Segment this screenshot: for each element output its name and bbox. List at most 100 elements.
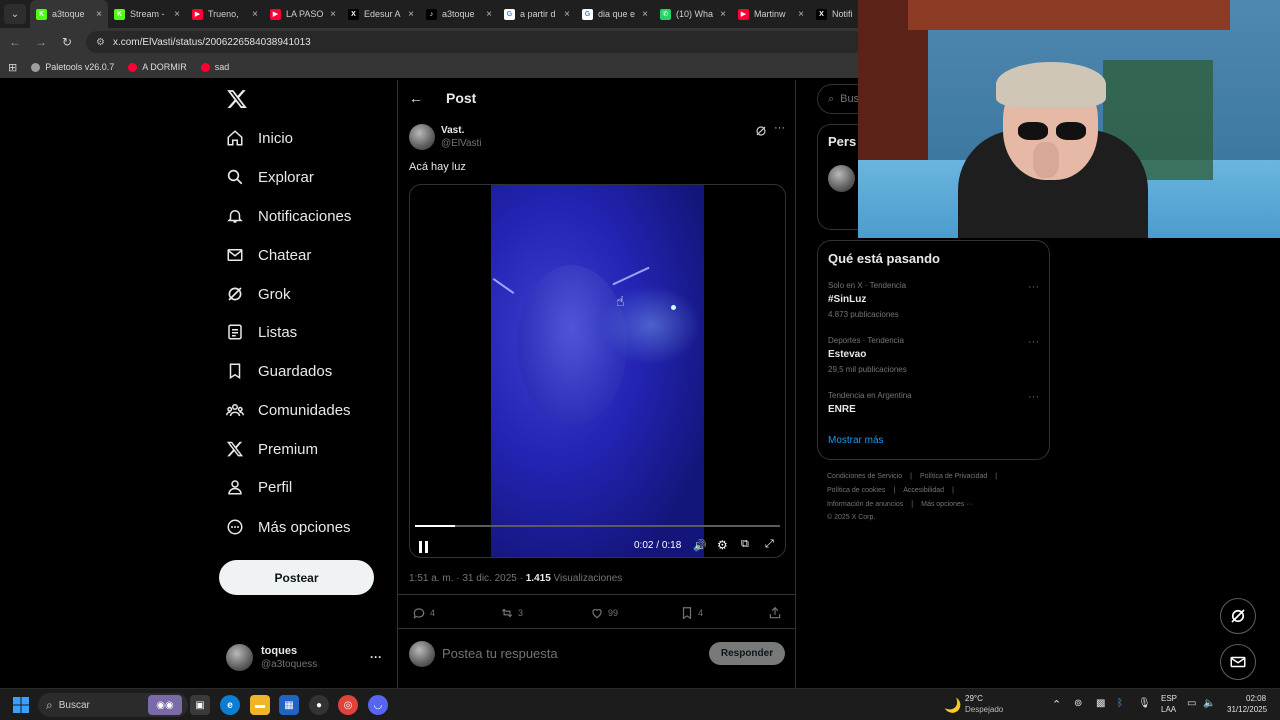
tray-app-icon[interactable]: ⊚ [1074, 698, 1082, 709]
show-more-link[interactable]: Mostrar más [828, 435, 884, 446]
author-name[interactable]: Vast. [441, 125, 464, 136]
address-bar[interactable]: ⚙ x.com/ElVasti/status/20062265840389410… [86, 31, 866, 53]
footer-ads-info[interactable]: Información de anuncios [827, 501, 903, 508]
browser-tab[interactable]: ▶ Martinw × [732, 0, 810, 28]
pause-icon[interactable] [419, 540, 429, 553]
back-arrow-icon[interactable]: ← [4, 31, 26, 53]
reply-button[interactable]: Responder [709, 642, 785, 665]
footer-cookies[interactable]: Política de cookies [827, 487, 885, 494]
tab-close-icon[interactable]: × [174, 9, 180, 20]
speaker-icon[interactable]: 🔈 [1203, 698, 1215, 709]
browser-tab[interactable]: Gdia que e × [576, 0, 654, 28]
tab-close-icon[interactable]: × [330, 9, 336, 20]
post-timestamp[interactable]: 1:51 a. m. · 31 dic. 2025 · [409, 573, 526, 584]
sidebar-item-m-s-opciones[interactable]: Más opciones [226, 512, 351, 542]
account-switcher[interactable]: toques @a3toquess ··· [226, 642, 396, 674]
browser-tab[interactable]: X Edesur A × [342, 0, 420, 28]
tab-close-icon[interactable]: × [720, 9, 726, 20]
author-avatar[interactable] [409, 124, 435, 150]
share-action[interactable] [768, 606, 782, 620]
bluetooth-icon[interactable]: ᛒ [1117, 698, 1123, 709]
trend-more-icon[interactable]: ··· [1028, 281, 1039, 293]
trend-item[interactable]: Deportes · Tendencia Estevao 29,5 mil publ… [828, 336, 1039, 374]
browser-tab[interactable]: ✆ (10) Wha × [654, 0, 732, 28]
site-info-icon[interactable]: ⚙ [96, 37, 105, 48]
footer-more[interactable]: Más opciones ··· [921, 501, 973, 508]
sidebar-item-comunidades[interactable]: Comunidades [226, 395, 351, 425]
browser-tab[interactable]: ▶ Trueno, × [186, 0, 264, 28]
sidebar-item-perfil[interactable]: Perfil [226, 472, 292, 502]
bookmark-item[interactable]: A DORMIR [128, 62, 187, 72]
browser-tab[interactable]: ▶ LA PASO × [264, 0, 342, 28]
clock-time[interactable]: 02:08 [1246, 694, 1266, 703]
back-arrow-icon[interactable]: ← [409, 90, 423, 106]
forward-arrow-icon[interactable]: → [30, 31, 52, 53]
tray-chevron-icon[interactable]: ⌃ [1052, 698, 1061, 711]
sidebar-item-grok[interactable]: Grok [226, 279, 291, 309]
discord-icon[interactable]: ◡ [368, 695, 388, 715]
like-action[interactable]: 99 [590, 606, 618, 620]
network-icon[interactable]: ▭ [1187, 698, 1196, 709]
tab-close-icon[interactable]: × [486, 9, 492, 20]
repost-action[interactable]: 3 [500, 606, 523, 620]
picture-in-picture-icon[interactable]: ⧉ [741, 538, 749, 551]
tab-close-icon[interactable]: × [642, 9, 648, 20]
browser-tab[interactable]: Ga partir d × [498, 0, 576, 28]
trend-more-icon[interactable]: ··· [1028, 391, 1039, 403]
reload-icon[interactable]: ↻ [56, 31, 78, 53]
apps-grid-icon[interactable]: ⊞ [8, 61, 17, 74]
windows-start-icon[interactable] [13, 697, 29, 713]
trend-item[interactable]: Solo en X · Tendencia #SinLuz 4.873 public… [828, 281, 1039, 319]
account-more-icon[interactable]: ··· [370, 650, 382, 664]
app-icon[interactable]: ● [309, 695, 329, 715]
chrome-icon[interactable]: ◎ [338, 695, 358, 715]
browser-tab[interactable]: Ka3toque × [30, 0, 108, 28]
sidebar-item-chatear[interactable]: Chatear [226, 240, 311, 270]
sidebar-item-explorar[interactable]: Explorar [226, 162, 314, 192]
microphone-icon[interactable]: 🎙 [1138, 698, 1151, 709]
clock-date[interactable]: 31/12/2025 [1227, 705, 1267, 714]
fullscreen-icon[interactable]: ⤢ [765, 538, 774, 551]
footer-terms[interactable]: Condiciones de Servicio [827, 473, 902, 480]
trend-more-icon[interactable]: ··· [1028, 336, 1039, 348]
tab-search-chevron-icon[interactable]: ⌄ [4, 4, 26, 24]
reply-input[interactable]: Postea tu respuesta [442, 646, 558, 661]
sidebar-item-listas[interactable]: Listas [226, 317, 297, 347]
tab-close-icon[interactable]: × [798, 9, 804, 20]
tab-close-icon[interactable]: × [564, 9, 570, 20]
task-view-icon[interactable]: ▣ [190, 695, 210, 715]
tab-close-icon[interactable]: × [252, 9, 258, 20]
bookmark-action[interactable]: 4 [680, 606, 703, 620]
tab-close-icon[interactable]: × [96, 9, 102, 20]
volume-icon[interactable]: 🔊 [693, 539, 707, 552]
video-player[interactable]: ☝ 0:02 / 0:18 🔊 ⚙ ⧉ ⤢ [409, 184, 786, 558]
messages-fab[interactable] [1220, 644, 1256, 680]
post-more-icon[interactable]: ··· [774, 122, 785, 134]
browser-tab[interactable]: K Stream - × [108, 0, 186, 28]
file-explorer-icon[interactable]: ▬ [250, 695, 270, 715]
bookmark-item[interactable]: Paletools v26.0.7 [31, 62, 114, 72]
language-bottom[interactable]: LAA [1161, 705, 1176, 714]
footer-accessibility[interactable]: Accesibilidad [903, 487, 944, 494]
grok-icon[interactable] [755, 124, 767, 136]
sidebar-item-inicio[interactable]: Inicio [226, 123, 293, 153]
grok-fab[interactable] [1220, 598, 1256, 634]
browser-tab[interactable]: ♪ a3toque × [420, 0, 498, 28]
sidebar-item-premium[interactable]: Premium [226, 434, 318, 464]
reply-action[interactable]: 4 [412, 606, 435, 620]
tab-close-icon[interactable]: × [408, 9, 414, 20]
bookmark-item[interactable]: sad [200, 62, 229, 72]
store-icon[interactable]: ▦ [279, 695, 299, 715]
language-top[interactable]: ESP [1161, 694, 1177, 703]
edge-icon[interactable]: e [220, 695, 240, 715]
trend-item[interactable]: Tendencia en Argentina ENRE ··· [828, 391, 1039, 420]
sidebar-item-notificaciones[interactable]: Notificaciones [226, 201, 351, 231]
sidebar-item-guardados[interactable]: Guardados [226, 356, 332, 386]
settings-gear-icon[interactable]: ⚙ [717, 538, 728, 552]
tray-app-icon-2[interactable]: ▩ [1096, 698, 1105, 709]
footer-privacy[interactable]: Política de Privacidad [920, 473, 987, 480]
x-logo-icon[interactable] [226, 88, 248, 110]
author-handle[interactable]: @ElVasti [441, 138, 482, 149]
video-progress-bar[interactable] [415, 525, 780, 527]
search-highlight-icon[interactable]: ◉◉ [148, 695, 182, 715]
